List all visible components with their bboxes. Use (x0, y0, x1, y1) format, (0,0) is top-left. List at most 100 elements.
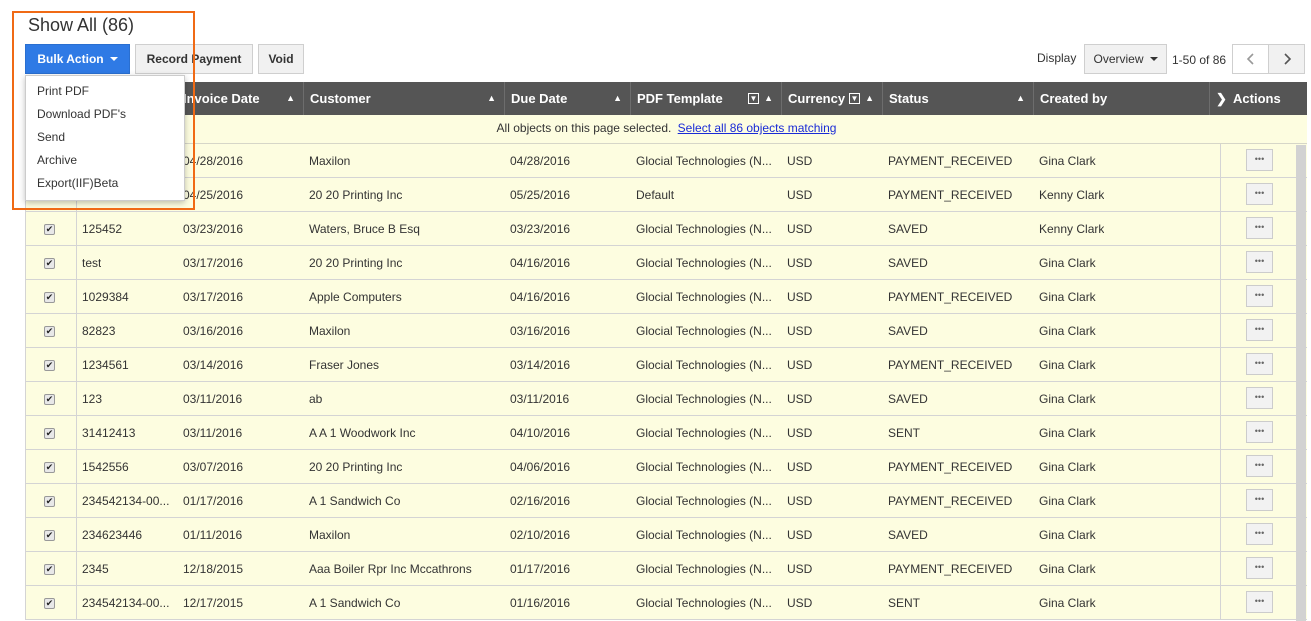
caret-down-icon (109, 57, 118, 61)
column-divider (76, 484, 77, 517)
column-header-customer[interactable]: Customer ▲ (304, 82, 505, 115)
cell-currency: USD (787, 392, 813, 406)
row-actions-button[interactable]: ••• (1246, 183, 1273, 205)
table-row[interactable]: ✔04/25/201620 20 Printing Inc05/25/2016D… (25, 178, 1307, 212)
row-actions-button[interactable]: ••• (1246, 387, 1273, 409)
menu-item-download-pdfs[interactable]: Download PDF's (26, 103, 184, 126)
filter-icon[interactable]: ▼ (748, 93, 759, 104)
sort-asc-icon[interactable]: ▲ (1016, 82, 1025, 115)
sort-asc-icon[interactable]: ▲ (613, 82, 622, 115)
row-checkbox[interactable]: ✔ (44, 496, 55, 507)
next-page-button[interactable] (1268, 44, 1305, 74)
row-checkbox[interactable]: ✔ (44, 462, 55, 473)
cell-customer: Maxilon (309, 324, 351, 338)
menu-item-print-pdf[interactable]: Print PDF (26, 80, 184, 103)
row-checkbox[interactable]: ✔ (44, 394, 55, 405)
row-actions-button[interactable]: ••• (1246, 557, 1273, 579)
bulk-action-menu: Print PDF Download PDF's Send Archive Ex… (25, 75, 185, 201)
sort-asc-icon[interactable]: ▲ (286, 82, 295, 115)
cell-created-by: Gina Clark (1039, 460, 1096, 474)
row-checkbox[interactable]: ✔ (44, 258, 55, 269)
table-row[interactable]: ✔ 31412413 03/11/2016 A A 1 Woodwork Inc 04/… (25, 416, 1307, 450)
menu-item-send[interactable]: Send (26, 126, 184, 149)
column-divider (1220, 212, 1221, 245)
row-checkbox[interactable]: ✔ (44, 598, 55, 609)
table-row[interactable]: ✔ 123 03/11/2016 ab 03/11/2016 Glocial Techno… (25, 382, 1307, 416)
column-header-invoice-date[interactable]: Invoice Date ▲ (177, 82, 304, 115)
table-row[interactable]: ✔ 1234561 03/14/2016 Fraser Jones 03/14/2016… (25, 348, 1307, 382)
column-header-due-date[interactable]: Due Date ▲ (505, 82, 631, 115)
column-divider (1220, 586, 1221, 619)
display-select[interactable]: Overview (1084, 44, 1167, 74)
filter-icon[interactable]: ▼ (849, 93, 860, 104)
column-header-status[interactable]: Status ▲ (883, 82, 1034, 115)
row-checkbox[interactable]: ✔ (44, 360, 55, 371)
selection-notice-text: All objects on this page selected. (496, 121, 672, 135)
row-actions-button[interactable]: ••• (1246, 353, 1273, 375)
row-actions-button[interactable]: ••• (1246, 489, 1273, 511)
cell-currency: USD (787, 256, 813, 270)
record-payment-button[interactable]: Record Payment (135, 44, 253, 74)
previous-page-button[interactable] (1232, 44, 1269, 74)
table-row[interactable]: ✔ 234542134-00... 12/17/2015 A 1 Sandwich C… (25, 586, 1307, 620)
cell-due-date: 04/16/2016 (510, 290, 571, 304)
table-row[interactable]: ✔04/28/2016Maxilon04/28/2016Glocial Tech… (25, 144, 1307, 178)
column-divider (1220, 280, 1221, 313)
column-header-actions[interactable]: ❯ Actions (1210, 82, 1307, 115)
row-checkbox[interactable]: ✔ (44, 564, 55, 575)
table-row[interactable]: ✔ 2345 12/18/2015 Aaa Boiler Rpr Inc Mccath… (25, 552, 1307, 586)
row-actions-button[interactable]: ••• (1246, 217, 1273, 239)
void-button[interactable]: Void (258, 44, 304, 74)
table-row[interactable]: ✔ 1029384 03/17/2016 Apple Computers 04/16/2… (25, 280, 1307, 314)
row-checkbox[interactable]: ✔ (44, 292, 55, 303)
row-actions-button[interactable]: ••• (1246, 421, 1273, 443)
table-row[interactable]: ✔ 234623446 01/11/2016 Maxilon 02/10/2016 Glo… (25, 518, 1307, 552)
menu-item-archive[interactable]: Archive (26, 149, 184, 172)
row-actions-button[interactable]: ••• (1246, 149, 1273, 171)
column-divider (1220, 144, 1221, 177)
cell-invoice-date: 04/28/2016 (183, 154, 244, 168)
column-label: Invoice Date (183, 91, 260, 106)
column-header-pdf-template[interactable]: PDF Template ▼ ▲ (631, 82, 782, 115)
column-divider (1220, 552, 1221, 585)
row-actions-button[interactable]: ••• (1246, 319, 1273, 341)
cell-template: Glocial Technologies (N... (636, 596, 772, 610)
table-row[interactable]: ✔ 234542134-00... 01/17/2016 A 1 Sandwich C… (25, 484, 1307, 518)
cell-created-by: Kenny Clark (1039, 222, 1105, 236)
cell-currency: USD (787, 426, 813, 440)
display-label: Display (1037, 51, 1077, 65)
column-divider (76, 586, 77, 619)
cell-number: 125452 (82, 222, 123, 236)
column-label: Status (889, 91, 929, 106)
cell-customer: Apple Computers (309, 290, 402, 304)
row-checkbox[interactable]: ✔ (44, 428, 55, 439)
row-actions-button[interactable]: ••• (1246, 591, 1273, 613)
table-row[interactable]: ✔ 125452 03/23/2016 Waters, Bruce B Esq 03/2… (25, 212, 1307, 246)
select-all-link[interactable]: Select all 86 objects matching (678, 121, 837, 135)
cell-template: Glocial Technologies (N... (636, 358, 772, 372)
bulk-action-button[interactable]: Bulk Action (25, 44, 130, 74)
cell-template: Glocial Technologies (N... (636, 392, 772, 406)
row-border (25, 518, 26, 551)
row-checkbox[interactable]: ✔ (44, 326, 55, 337)
column-header-currency[interactable]: Currency ▼ ▲ (782, 82, 883, 115)
sort-asc-icon[interactable]: ▲ (764, 82, 773, 115)
table-row[interactable]: ✔ 1542556 03/07/2016 20 20 Printing Inc 04/0… (25, 450, 1307, 484)
row-actions-button[interactable]: ••• (1246, 523, 1273, 545)
row-checkbox[interactable]: ✔ (44, 530, 55, 541)
table-row[interactable]: ✔ test 03/17/2016 20 20 Printing Inc 04/16/2… (25, 246, 1307, 280)
cell-number: 82823 (82, 324, 116, 338)
row-checkbox[interactable]: ✔ (44, 224, 55, 235)
menu-item-export-iif[interactable]: Export(IIF)Beta (26, 172, 184, 195)
row-actions-button[interactable]: ••• (1246, 251, 1273, 273)
column-header-created-by[interactable]: Created by (1034, 82, 1210, 115)
cell-due-date: 04/06/2016 (510, 460, 571, 474)
sort-asc-icon[interactable]: ▲ (865, 82, 874, 115)
vertical-scrollbar[interactable] (1296, 145, 1306, 621)
sort-asc-icon[interactable]: ▲ (487, 82, 496, 115)
table-row[interactable]: ✔ 82823 03/16/2016 Maxilon 03/16/2016 Glocial… (25, 314, 1307, 348)
column-label: Actions (1233, 91, 1281, 106)
cell-status: SENT (888, 596, 921, 610)
row-actions-button[interactable]: ••• (1246, 285, 1273, 307)
row-actions-button[interactable]: ••• (1246, 455, 1273, 477)
